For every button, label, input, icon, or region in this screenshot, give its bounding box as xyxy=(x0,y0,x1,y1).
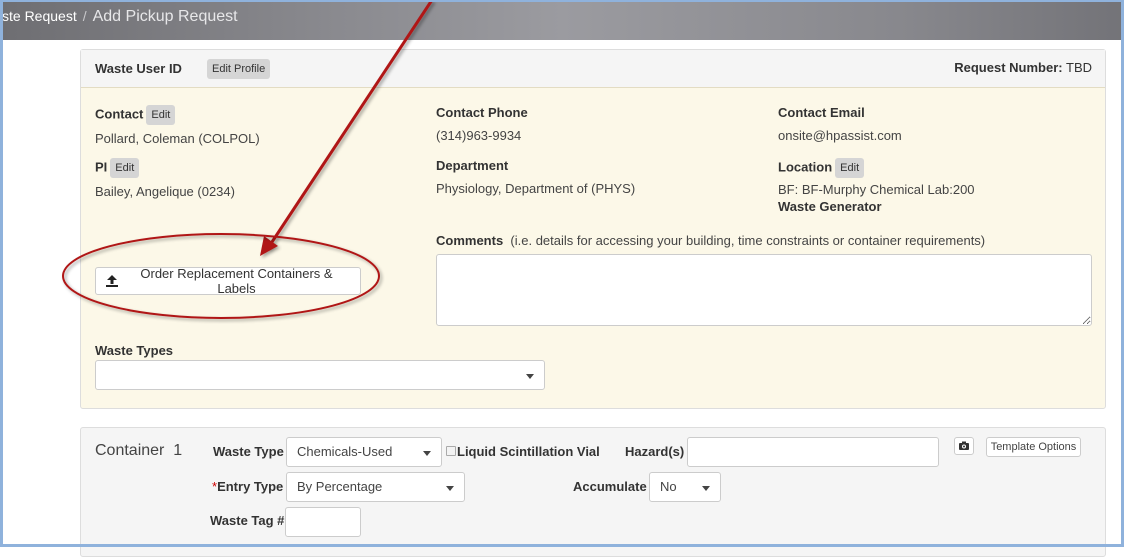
chevron-down-icon xyxy=(702,486,710,491)
breadcrumb-parent-link[interactable]: ste Request xyxy=(2,8,77,24)
container-title: Container 1 xyxy=(95,442,182,460)
department-field: Department Physiology, Department of (PH… xyxy=(436,158,635,196)
contact-field: Contact Edit Pollard, Coleman (COLPOL) xyxy=(95,105,260,146)
contact-email-field: Contact Email onsite@hpassist.com xyxy=(778,105,902,143)
request-number-label: Request Number: xyxy=(954,60,1063,75)
container-title-label: Container xyxy=(95,442,165,459)
liquid-scintillation-vial-checkbox[interactable] xyxy=(446,446,456,456)
waste-tag-label: Waste Tag # xyxy=(210,513,285,528)
comments-hint: (i.e. details for accessing your buildin… xyxy=(510,233,986,248)
entry-type-label-text: Entry Type xyxy=(217,479,284,494)
edit-profile-button[interactable]: Edit Profile xyxy=(207,59,271,79)
accumulate-value: No xyxy=(660,479,677,494)
location-field: Location Edit BF: BF-Murphy Chemical Lab:… xyxy=(778,158,975,214)
accumulate-label: Accumulate xyxy=(573,479,647,494)
contact-phone-value: (314)963-9934 xyxy=(436,128,522,143)
edit-location-button[interactable]: Edit xyxy=(835,158,865,178)
edit-contact-button[interactable]: Edit xyxy=(146,105,176,125)
top-bar: ste Request / Add Pickup Request xyxy=(0,0,1124,40)
chevron-down-icon xyxy=(526,374,534,379)
order-replacement-containers-label: Order Replacement Containers & Labels xyxy=(140,266,333,296)
breadcrumb: ste Request / Add Pickup Request xyxy=(2,8,238,26)
contact-phone-label: Contact Phone xyxy=(436,105,528,120)
pi-value: Bailey, Angelique (0234) xyxy=(95,184,235,199)
waste-tag-input[interactable] xyxy=(285,507,361,537)
edit-pi-button[interactable]: Edit xyxy=(110,158,140,178)
contact-email-label: Contact Email xyxy=(778,105,865,120)
comments-label: Comments xyxy=(436,233,504,248)
entry-type-select[interactable]: By Percentage xyxy=(286,472,465,502)
contact-value: Pollard, Coleman (COLPOL) xyxy=(95,131,260,146)
comments-textarea[interactable] xyxy=(436,254,1092,326)
camera-icon xyxy=(959,441,969,450)
pi-label: PI xyxy=(95,159,108,175)
order-replacement-containers-button[interactable]: Order Replacement Containers & Labels xyxy=(95,266,361,296)
waste-type-label: Waste Type xyxy=(213,444,284,459)
waste-type-select[interactable]: Chemicals-Used xyxy=(286,437,442,467)
comments-label-row: Comments (i.e. details for accessing you… xyxy=(436,233,985,248)
entry-type-value: By Percentage xyxy=(297,479,383,494)
waste-types-select[interactable] xyxy=(95,360,545,390)
camera-button[interactable] xyxy=(954,437,974,455)
pi-field: PI Edit Bailey, Angelique (0234) xyxy=(95,158,235,199)
breadcrumb-current: Add Pickup Request xyxy=(92,8,238,25)
location-role: Waste Generator xyxy=(778,199,882,214)
request-number: Request Number: TBD xyxy=(954,60,1092,75)
location-label: Location xyxy=(778,159,833,175)
accumulate-select[interactable]: No xyxy=(649,472,721,502)
waste-user-id-label: Waste User ID xyxy=(95,61,182,76)
location-value: BF: BF-Murphy Chemical Lab:200 xyxy=(778,182,975,197)
contact-phone-field: Contact Phone (314)963-9934 xyxy=(436,105,528,143)
waste-types-label: Waste Types xyxy=(95,343,174,358)
liquid-scintillation-vial-label: Liquid Scintillation Vial xyxy=(457,444,600,459)
chevron-down-icon xyxy=(423,451,431,456)
hazards-input[interactable] xyxy=(687,437,939,467)
entry-type-label: *Entry Type xyxy=(212,479,283,494)
upload-icon xyxy=(106,275,118,287)
waste-type-value: Chemicals-Used xyxy=(297,444,393,459)
contact-label: Contact xyxy=(95,106,144,122)
contact-email-value: onsite@hpassist.com xyxy=(778,128,902,143)
department-value: Physiology, Department of (PHYS) xyxy=(436,181,636,196)
template-options-button[interactable]: Template Options xyxy=(986,437,1081,457)
hazards-label: Hazard(s) xyxy=(625,444,685,459)
breadcrumb-separator: / xyxy=(82,8,87,24)
request-panel-header: Waste User ID Edit Profile Request Numbe… xyxy=(81,50,1105,88)
request-number-value: TBD xyxy=(1066,60,1092,75)
department-label: Department xyxy=(436,158,509,173)
request-panel: Waste User ID Edit Profile Request Numbe… xyxy=(80,49,1106,409)
chevron-down-icon xyxy=(446,486,454,491)
container-number: 1 xyxy=(173,442,183,459)
